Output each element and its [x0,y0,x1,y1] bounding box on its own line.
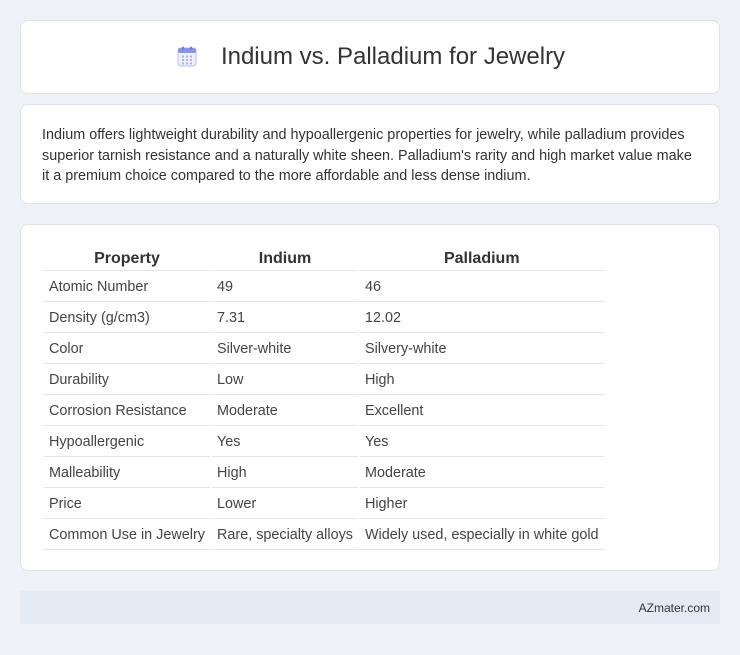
palladium-cell: 46 [359,273,604,302]
table-row: Hypoallergenic Yes Yes [44,428,604,457]
palladium-cell: 12.02 [359,304,604,333]
indium-cell: 49 [212,273,358,302]
indium-cell: High [212,459,358,488]
palladium-cell: Moderate [359,459,604,488]
indium-cell: Low [212,366,358,395]
header-palladium: Palladium [359,247,604,271]
table-row: Durability Low High [44,366,604,395]
palladium-cell: Excellent [359,397,604,426]
comparison-table: Property Indium Palladium Atomic Number … [42,245,606,552]
footer: AZmater.com [20,591,720,624]
palladium-cell: High [359,366,604,395]
property-cell: Corrosion Resistance [44,397,210,426]
table-header-row: Property Indium Palladium [44,247,604,271]
footer-site-link[interactable]: AZmater.com [639,601,710,615]
property-cell: Durability [44,366,210,395]
indium-cell: Silver-white [212,335,358,364]
indium-cell: Yes [212,428,358,457]
palladium-cell: Silvery-white [359,335,604,364]
palladium-cell: Yes [359,428,604,457]
indium-cell: Rare, specialty alloys [212,521,358,550]
property-cell: Atomic Number [44,273,210,302]
table-row: Malleability High Moderate [44,459,604,488]
property-cell: Malleability [44,459,210,488]
property-cell: Density (g/cm3) [44,304,210,333]
property-cell: Color [44,335,210,364]
indium-cell: 7.31 [212,304,358,333]
header-property: Property [44,247,210,271]
property-cell: Common Use in Jewelry [44,521,210,550]
table-row: Common Use in Jewelry Rare, specialty al… [44,521,604,550]
table-row: Corrosion Resistance Moderate Excellent [44,397,604,426]
indium-cell: Moderate [212,397,358,426]
table-row: Atomic Number 49 46 [44,273,604,302]
property-cell: Price [44,490,210,519]
indium-cell: Lower [212,490,358,519]
table-row: Density (g/cm3) 7.31 12.02 [44,304,604,333]
table-row: Color Silver-white Silvery-white [44,335,604,364]
summary-text: Indium offers lightweight durability and… [42,127,692,184]
page-title: Indium vs. Palladium for Jewelry [220,43,566,70]
title-row: Indium vs. Palladium for Jewelry [175,43,565,71]
comparison-card: Property Indium Palladium Atomic Number … [20,224,720,571]
title-card: Indium vs. Palladium for Jewelry [20,20,720,94]
table-row: Price Lower Higher [44,490,604,519]
palladium-cell: Widely used, especially in white gold [359,521,604,550]
summary-card: Indium offers lightweight durability and… [20,104,720,204]
palladium-cell: Higher [359,490,604,519]
calendar-icon [175,45,199,69]
property-cell: Hypoallergenic [44,428,210,457]
header-indium: Indium [212,247,358,271]
